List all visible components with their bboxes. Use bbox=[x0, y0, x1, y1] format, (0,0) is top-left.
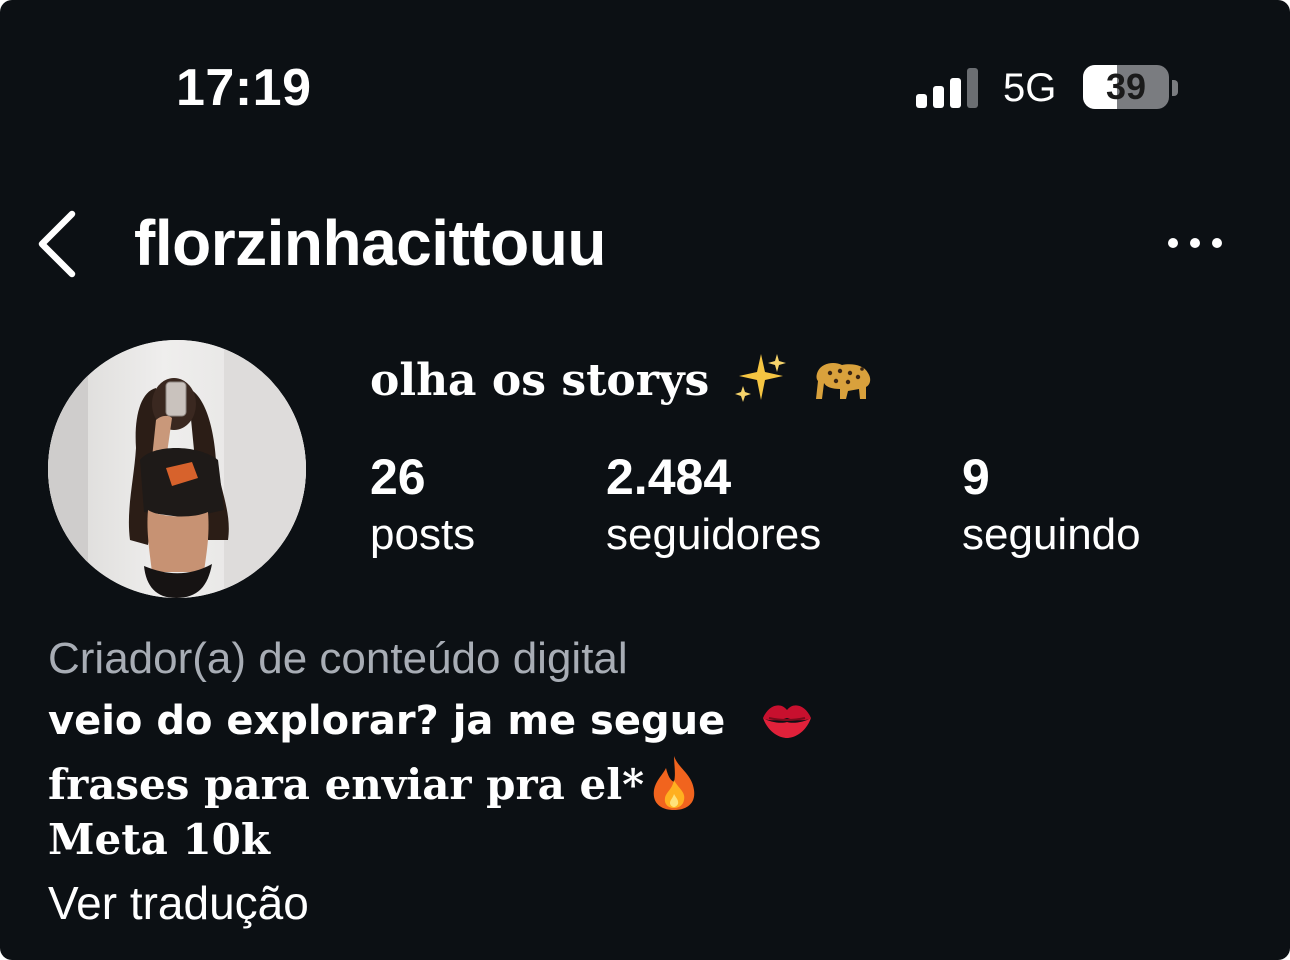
battery-cap bbox=[1172, 80, 1178, 96]
network-type-label: 5G bbox=[1003, 66, 1057, 110]
following-stat[interactable]: 9 seguindo bbox=[962, 448, 1141, 564]
bio-line: Meta 10k bbox=[48, 815, 270, 864]
posts-count: 26 bbox=[370, 449, 426, 505]
status-time: 17:19 bbox=[176, 59, 312, 117]
fire-icon bbox=[648, 754, 700, 822]
bio-line: frases para enviar pra el* bbox=[48, 754, 700, 822]
posts-label: posts bbox=[370, 510, 476, 559]
following-count: 9 bbox=[962, 449, 990, 505]
ellipsis-horizontal-icon bbox=[1168, 238, 1222, 248]
battery-percent: 39 bbox=[1105, 66, 1147, 107]
display-name-text: olha os storys bbox=[370, 355, 710, 406]
battery-icon: 39 bbox=[1083, 65, 1169, 109]
following-label: seguindo bbox=[962, 510, 1141, 559]
leopard-icon bbox=[812, 353, 874, 414]
sparkles-icon bbox=[733, 352, 789, 415]
back-button[interactable] bbox=[30, 200, 100, 290]
more-options-button[interactable] bbox=[1160, 220, 1230, 266]
kiss-mark-icon bbox=[759, 696, 815, 750]
bio-line-text: veio do explorar? ja me segue bbox=[48, 698, 726, 744]
chevron-left-icon bbox=[38, 210, 76, 278]
bio-line-text: frases para enviar pra el* bbox=[48, 760, 645, 809]
followers-label: seguidores bbox=[606, 510, 822, 559]
profile-category: Criador(a) de conteúdo digital bbox=[48, 634, 628, 683]
avatar-photo bbox=[48, 340, 306, 598]
followers-stat[interactable]: 2.484 seguidores bbox=[606, 448, 821, 564]
bio-line: veio do explorar? ja me segue bbox=[48, 696, 815, 750]
profile-display-name: olha os storys bbox=[370, 352, 874, 415]
see-translation-link[interactable]: Ver tradução bbox=[48, 876, 309, 930]
followers-count: 2.484 bbox=[606, 449, 732, 505]
posts-stat[interactable]: 26 posts bbox=[370, 448, 475, 564]
profile-avatar[interactable] bbox=[48, 340, 306, 598]
profile-screen: 17:19 5G 39 florzinhacittouu olha os sto… bbox=[0, 0, 1290, 960]
cellular-signal-icon bbox=[916, 68, 982, 108]
profile-username: florzinhacittouu bbox=[134, 207, 606, 279]
